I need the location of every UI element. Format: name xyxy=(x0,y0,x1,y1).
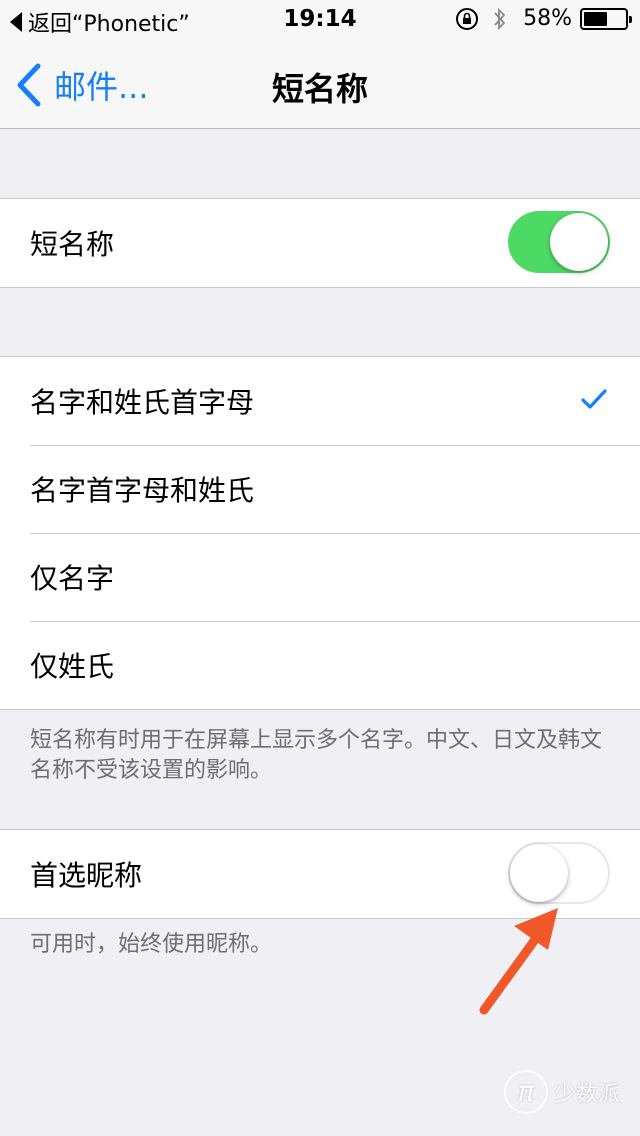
battery-fill xyxy=(584,11,607,26)
format-option-label: 名字和姓氏首字母 xyxy=(30,386,255,419)
format-option-label: 名字首字母和姓氏 xyxy=(30,474,255,507)
format-option-label: 仅名字 xyxy=(30,562,115,595)
top-bar: 返回“Phonetic” 19:14 58% 邮件... 短名称 xyxy=(0,0,640,129)
settings-screen: 返回“Phonetic” 19:14 58% 邮件... 短名称 短名称 名字和… xyxy=(0,0,640,1136)
short-name-toggle[interactable] xyxy=(508,211,610,273)
status-bar: 返回“Phonetic” 19:14 58% xyxy=(0,0,640,40)
toggle-knob xyxy=(550,213,608,271)
name-format-group: 名字和姓氏首字母 名字首字母和姓氏 仅名字 仅姓氏 xyxy=(0,356,640,710)
short-name-row: 短名称 xyxy=(0,199,640,287)
navigation-bar: 邮件... 短名称 xyxy=(0,40,640,128)
nickname-toggle[interactable] xyxy=(508,842,610,904)
annotation-arrow-icon xyxy=(479,908,558,1015)
watermark-pi-icon: π xyxy=(503,1070,548,1114)
battery-percent: 58% xyxy=(523,6,572,31)
format-option-row[interactable]: 仅名字 xyxy=(0,533,640,621)
watermark-text: 少数派 xyxy=(553,1082,620,1107)
page-title: 短名称 xyxy=(271,70,368,108)
battery-nub xyxy=(629,15,632,23)
format-option-row[interactable]: 名字和姓氏首字母 xyxy=(0,357,640,445)
format-option-row[interactable]: 仅姓氏 xyxy=(0,621,640,709)
watermark-logo: π 少数派 xyxy=(503,1070,620,1114)
battery-icon xyxy=(580,7,632,30)
bluetooth-icon xyxy=(494,7,506,30)
format-option-label: 仅姓氏 xyxy=(30,650,115,683)
checkmark-icon xyxy=(581,389,607,409)
format-footnote: 短名称有时用于在屏幕上显示多个名字。中文、日文及韩文名称不受该设置的影响。 xyxy=(30,728,603,783)
short-name-group: 短名称 xyxy=(0,198,640,288)
orientation-lock-icon xyxy=(456,7,479,30)
status-right-indicators: 58% xyxy=(455,6,632,31)
toggle-knob xyxy=(510,844,568,902)
format-option-row[interactable]: 名字首字母和姓氏 xyxy=(0,445,640,533)
